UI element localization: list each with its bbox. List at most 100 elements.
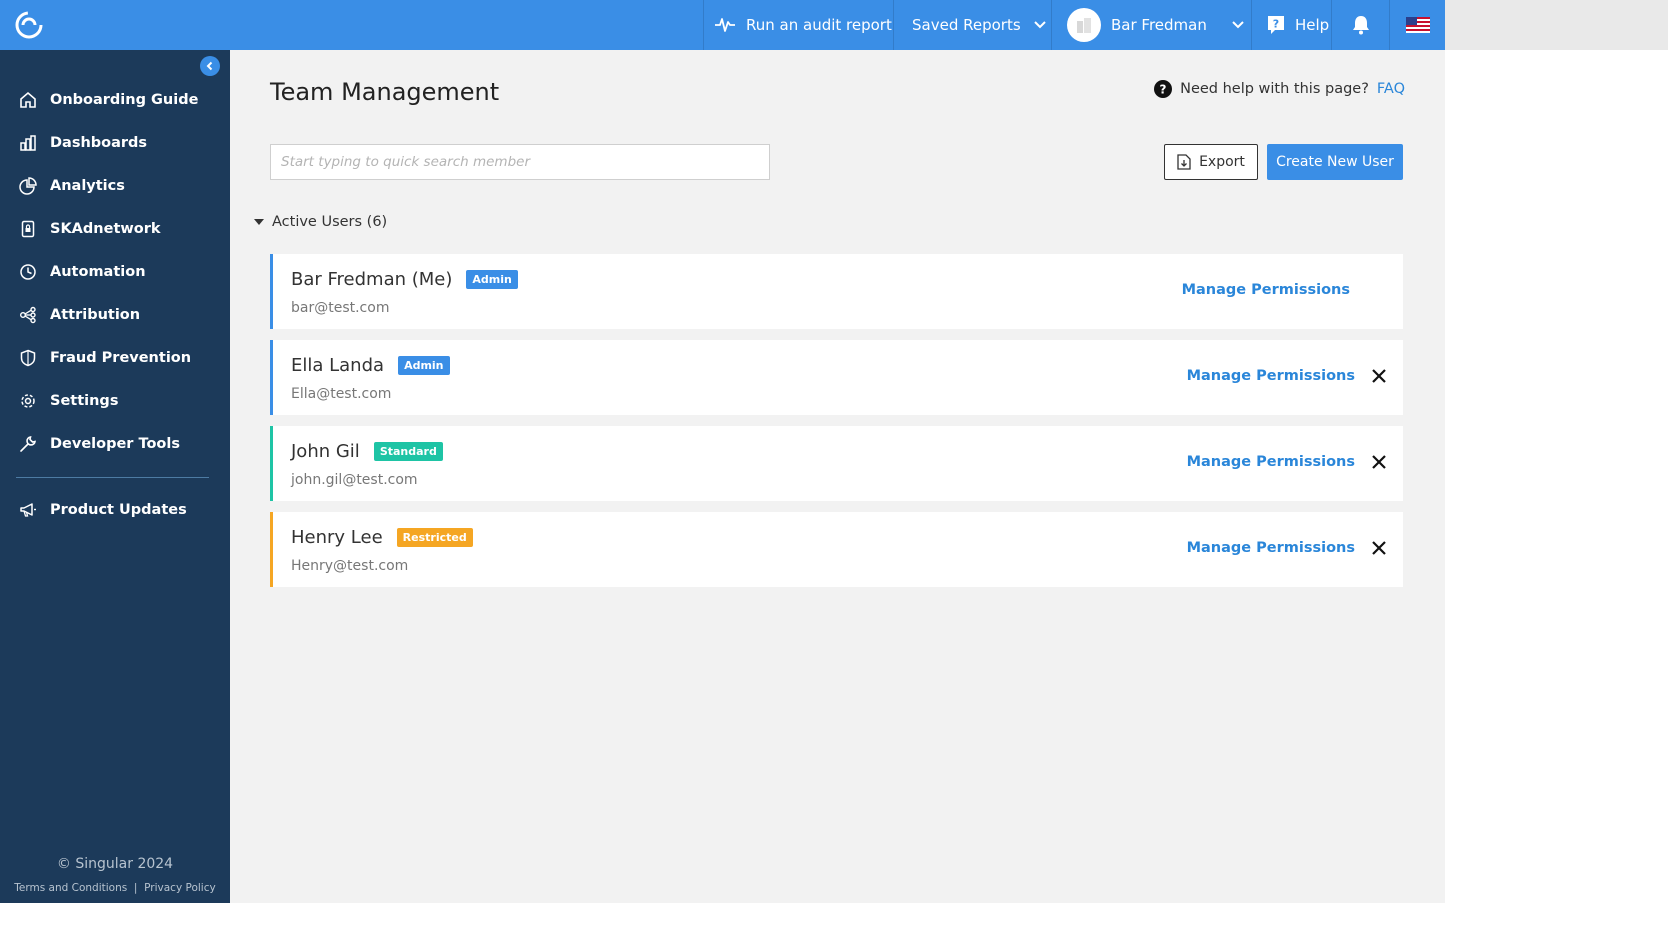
sidebar-item-label: Analytics	[50, 177, 125, 194]
notifications-button[interactable]	[1331, 0, 1389, 50]
megaphone-icon	[18, 500, 38, 520]
user-name-line: John Gil Standard	[291, 441, 443, 462]
top-bar: Run an audit report Saved Reports Bar Fr…	[0, 0, 1445, 50]
privacy-link[interactable]: Privacy Policy	[144, 882, 216, 894]
sidebar-item-automation[interactable]: Automation	[0, 250, 230, 293]
wrench-icon	[18, 434, 38, 454]
gear-icon	[18, 391, 38, 411]
question-circle-icon: ?	[1154, 80, 1173, 98]
sidebar-item-onboarding-guide[interactable]: Onboarding Guide	[0, 78, 230, 121]
sidebar-updates-section: Product Updates	[0, 488, 230, 531]
active-users-label: Active Users (6)	[272, 214, 388, 230]
role-badge: Standard	[373, 442, 443, 461]
export-button[interactable]: Export	[1164, 144, 1258, 180]
collapse-sidebar-button[interactable]	[200, 56, 220, 76]
caret-down-icon	[254, 219, 264, 225]
svg-text:?: ?	[1273, 18, 1279, 31]
saved-reports-label: Saved Reports	[912, 16, 1021, 34]
sidebar-item-product-updates[interactable]: Product Updates	[0, 488, 230, 531]
active-users-toggle[interactable]: Active Users (6)	[254, 214, 387, 230]
page-title: Team Management	[270, 78, 500, 106]
manage-permissions-link[interactable]: Manage Permissions	[1187, 540, 1355, 556]
manage-permissions-link[interactable]: Manage Permissions	[1182, 282, 1350, 298]
shield-icon	[18, 348, 38, 368]
sidebar-item-label: Attribution	[50, 306, 141, 323]
footer-links: Terms and Conditions | Privacy Policy	[0, 882, 230, 894]
user-menu[interactable]: Bar Fredman	[1051, 0, 1251, 50]
window-background	[1445, 0, 1668, 50]
svg-text:?: ?	[1160, 83, 1167, 97]
user-name: Ella Landa	[291, 355, 385, 376]
remove-user-close-icon[interactable]	[1369, 452, 1389, 472]
member-search-input[interactable]	[270, 144, 770, 180]
pie-chart-icon	[18, 176, 38, 196]
user-name-line: Henry Lee Restricted	[291, 527, 473, 548]
remove-user-close-icon[interactable]	[1369, 538, 1389, 558]
saved-reports-dropdown[interactable]: Saved Reports	[893, 0, 1051, 50]
user-email: john.gil@test.com	[291, 472, 418, 488]
sidebar-item-fraud-prevention[interactable]: Fraud Prevention	[0, 336, 230, 379]
help-button[interactable]: ? Help	[1251, 0, 1331, 50]
copyright-text: © Singular 2024	[56, 856, 174, 872]
bar-chart-icon	[18, 133, 38, 153]
sidebar-item-dashboards[interactable]: Dashboards	[0, 121, 230, 164]
home-icon	[18, 90, 38, 110]
language-selector[interactable]	[1389, 0, 1445, 50]
user-row: Ella Landa Admin Ella@test.com Manage Pe…	[270, 340, 1403, 415]
remove-user-close-icon[interactable]	[1369, 366, 1389, 386]
user-email: Ella@test.com	[291, 386, 392, 402]
role-badge: Admin	[398, 356, 450, 375]
export-label: Export	[1199, 154, 1245, 170]
app-window: Run an audit report Saved Reports Bar Fr…	[0, 0, 1445, 903]
chevron-left-icon	[206, 61, 213, 71]
help-icon: ?	[1268, 16, 1284, 34]
sidebar-item-settings[interactable]: Settings	[0, 379, 230, 422]
run-audit-button[interactable]: Run an audit report	[703, 0, 893, 50]
sidebar-item-attribution[interactable]: Attribution	[0, 293, 230, 336]
run-audit-label: Run an audit report	[746, 16, 892, 34]
sidebar-item-analytics[interactable]: Analytics	[0, 164, 230, 207]
sidebar-item-label: Dashboards	[50, 134, 148, 151]
download-file-icon	[1177, 154, 1191, 170]
sidebar-item-skadnetwork[interactable]: SKAdnetwork	[0, 207, 230, 250]
manage-permissions-link[interactable]: Manage Permissions	[1187, 368, 1355, 384]
sidebar-item-label: Onboarding Guide	[50, 91, 199, 108]
chevron-down-icon	[1232, 21, 1244, 29]
help-label: Help	[1295, 16, 1330, 34]
bell-icon	[1352, 16, 1369, 35]
sidebar: Onboarding Guide Dashboards Analytics SK…	[0, 50, 230, 903]
role-badge: Admin	[466, 270, 518, 289]
user-name-line: Ella Landa Admin	[291, 355, 450, 376]
terms-link[interactable]: Terms and Conditions	[14, 882, 127, 894]
pulse-icon	[715, 18, 735, 32]
sidebar-item-label: Developer Tools	[50, 435, 180, 452]
chevron-down-icon	[1033, 21, 1046, 29]
help-text: Need help with this page?	[1180, 81, 1369, 97]
us-flag-icon	[1405, 17, 1430, 33]
avatar	[1067, 8, 1101, 42]
faq-link[interactable]: FAQ	[1377, 81, 1405, 97]
sidebar-item-label: Product Updates	[50, 501, 187, 518]
page-help: ? Need help with this page? FAQ	[1154, 80, 1405, 98]
create-new-user-button[interactable]: Create New User	[1267, 144, 1403, 180]
share-nodes-icon	[18, 305, 38, 325]
footer-separator: |	[133, 882, 138, 894]
user-row: John Gil Standard john.gil@test.com Mana…	[270, 426, 1403, 501]
clock-icon	[18, 262, 38, 282]
role-badge: Restricted	[396, 528, 473, 547]
lock-device-icon	[18, 219, 38, 239]
sidebar-item-label: Fraud Prevention	[50, 349, 192, 366]
sidebar-item-developer-tools[interactable]: Developer Tools	[0, 422, 230, 465]
main-content: Team Management ? Need help with this pa…	[230, 50, 1445, 903]
user-email: Henry@test.com	[291, 558, 409, 574]
user-name: Henry Lee	[291, 527, 383, 548]
sidebar-nav: Onboarding Guide Dashboards Analytics SK…	[0, 78, 230, 465]
user-email: bar@test.com	[291, 300, 390, 316]
manage-permissions-link[interactable]: Manage Permissions	[1187, 454, 1355, 470]
singular-logo-icon[interactable]	[14, 10, 44, 40]
user-name: John Gil	[291, 441, 360, 462]
sidebar-item-label: Automation	[50, 263, 146, 280]
user-row: Henry Lee Restricted Henry@test.com Mana…	[270, 512, 1403, 587]
user-name-line: Bar Fredman (Me) Admin	[291, 269, 518, 290]
user-name-label: Bar Fredman	[1111, 16, 1207, 34]
